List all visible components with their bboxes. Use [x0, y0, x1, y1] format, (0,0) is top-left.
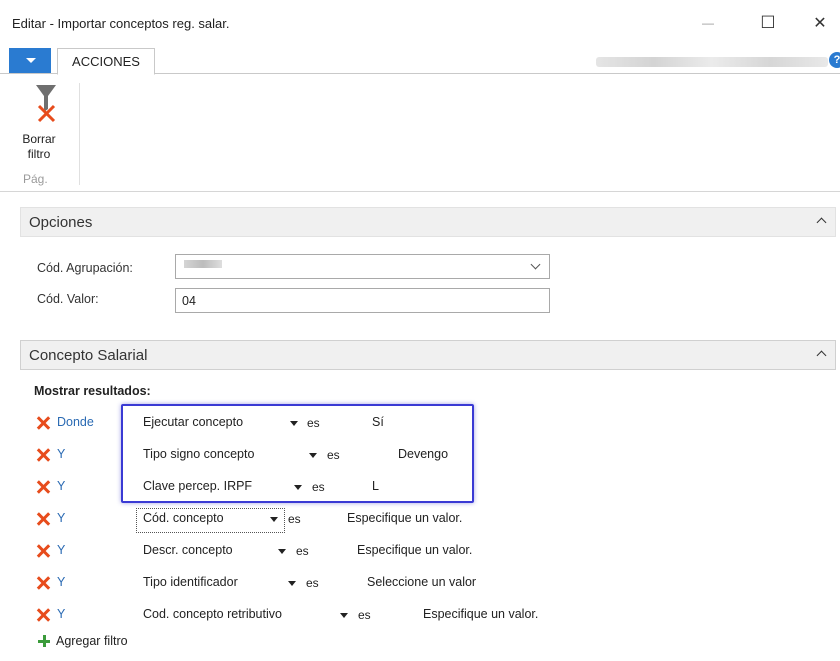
filter-connector: Donde: [57, 415, 94, 429]
filter-field-name[interactable]: Tipo identificador: [143, 575, 238, 589]
show-results-label: Mostrar resultados:: [34, 384, 151, 398]
ribbon: Borrar filtro Pág.: [0, 75, 840, 192]
tab-acciones[interactable]: ACCIONES: [57, 48, 155, 75]
filter-operator: es: [306, 576, 319, 590]
add-filter-link[interactable]: Agregar filtro: [38, 634, 128, 648]
close-icon: ✕: [813, 15, 827, 32]
filter-row: Y Tipo identificador es Seleccione un va…: [0, 570, 840, 600]
filter-row: Y Cód. concepto es Especifique un valor.: [0, 506, 840, 536]
redacted-company-info: [596, 57, 828, 67]
field-dropdown-icon[interactable]: [270, 517, 278, 522]
ribbon-divider: [79, 83, 80, 185]
filter-field-name[interactable]: Descr. concepto: [143, 543, 233, 557]
filter-connector: Y: [57, 511, 66, 525]
agrupacion-label: Cód. Agrupación:: [37, 261, 133, 275]
remove-filter-icon[interactable]: [36, 512, 50, 526]
filter-connector: Y: [57, 575, 66, 589]
filter-connector: Y: [57, 543, 66, 557]
minimize-icon: —: [702, 16, 714, 30]
minimize-button[interactable]: —: [688, 8, 728, 38]
ribbon-group-label: Pág.: [23, 172, 48, 186]
field-dropdown-icon[interactable]: [340, 613, 348, 618]
remove-filter-icon[interactable]: [36, 416, 50, 430]
close-button[interactable]: ✕: [800, 8, 840, 38]
clear-filter-icon: [36, 85, 56, 123]
filter-value[interactable]: Seleccione un valor: [367, 575, 476, 589]
filter-value[interactable]: Especifique un valor.: [423, 607, 538, 621]
agrupacion-select[interactable]: [175, 254, 550, 279]
chevron-down-icon: [530, 259, 541, 270]
help-icon[interactable]: ?: [829, 52, 840, 68]
valor-input[interactable]: 04: [175, 288, 550, 313]
field-dropdown-icon[interactable]: [288, 581, 296, 586]
filter-operator: es: [296, 544, 309, 558]
options-section-header[interactable]: Opciones: [20, 207, 836, 237]
add-filter-label: Agregar filtro: [56, 634, 128, 648]
filter-operator: es: [288, 512, 301, 526]
remove-filter-icon[interactable]: [36, 448, 50, 462]
filter-value[interactable]: Especifique un valor.: [357, 543, 472, 557]
remove-filter-icon[interactable]: [36, 576, 50, 590]
filter-field-name[interactable]: Cod. concepto retributivo: [143, 607, 282, 621]
filter-value[interactable]: Especifique un valor.: [347, 511, 462, 525]
remove-filter-icon[interactable]: [36, 480, 50, 494]
filter-connector: Y: [57, 447, 66, 461]
concept-section-header[interactable]: Concepto Salarial: [20, 340, 836, 370]
collapse-chevron-icon[interactable]: [816, 217, 827, 228]
maximize-icon: ☐: [760, 13, 776, 32]
clear-filter-button[interactable]: [10, 81, 68, 128]
title-bar: Editar - Importar conceptos reg. salar. …: [0, 0, 840, 46]
filter-connector: Y: [57, 607, 66, 621]
plus-icon: [38, 635, 50, 647]
valor-label: Cód. Valor:: [37, 292, 99, 306]
app-menu-dropdown-button[interactable]: [9, 48, 51, 73]
ribbon-tab-bar: ACCIONES ?: [0, 46, 840, 75]
filter-connector: Y: [57, 479, 66, 493]
filter-row: Y Cod. concepto retributivo es Especifiq…: [0, 602, 840, 632]
maximize-button[interactable]: ☐: [748, 8, 788, 38]
filter-field-name[interactable]: Cód. concepto: [143, 511, 224, 525]
concept-section-title: Concepto Salarial: [29, 347, 148, 364]
redacted-value: [184, 260, 222, 268]
window-title: Editar - Importar conceptos reg. salar.: [12, 16, 230, 31]
remove-filter-icon[interactable]: [36, 608, 50, 622]
field-dropdown-icon[interactable]: [278, 549, 286, 554]
filter-row: Y Descr. concepto es Especifique un valo…: [0, 538, 840, 568]
options-section-title: Opciones: [29, 214, 93, 231]
filter-operator: es: [358, 608, 371, 622]
collapse-chevron-icon[interactable]: [816, 350, 827, 361]
clear-filter-label: Borrar filtro: [22, 132, 56, 161]
remove-filter-icon[interactable]: [36, 544, 50, 558]
highlight-box: [121, 404, 474, 503]
